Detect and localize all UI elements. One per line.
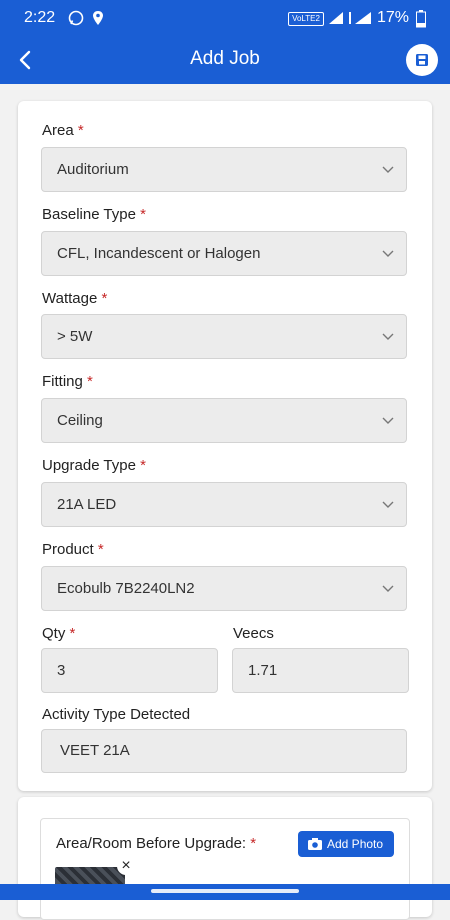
- chevron-down-icon: [382, 417, 394, 424]
- save-button[interactable]: [406, 44, 438, 76]
- status-bar: 2:22 VoLTE2 17%: [0, 0, 450, 36]
- veecs-field: 1.71: [232, 648, 409, 693]
- chevron-down-icon: [382, 585, 394, 592]
- volte-badge: VoLTE2: [288, 12, 324, 26]
- chevron-down-icon: [382, 333, 394, 340]
- camera-icon: [308, 838, 322, 850]
- photo-section-label: Area/Room Before Upgrade: *: [56, 835, 257, 852]
- chevron-down-icon: [382, 501, 394, 508]
- baseline-type-label: Baseline Type *: [42, 206, 146, 223]
- qty-field[interactable]: 3: [41, 648, 218, 693]
- veecs-label: Veecs: [233, 625, 274, 642]
- wattage-value: > 5W: [57, 328, 93, 345]
- upgrade-type-label: Upgrade Type *: [42, 457, 146, 474]
- signal-icon: [355, 12, 371, 24]
- wifi-icon: [329, 12, 343, 24]
- product-label: Product *: [42, 541, 104, 558]
- product-value: Ecobulb 7B2240LN2: [57, 580, 195, 597]
- whatsapp-icon: [68, 10, 84, 26]
- upgrade-type-select[interactable]: 21A LED: [41, 482, 407, 527]
- activity-type-label: Activity Type Detected: [42, 706, 191, 723]
- qty-value: 3: [57, 662, 66, 679]
- app-bar: Add Job: [0, 36, 450, 84]
- chevron-down-icon: [382, 166, 394, 173]
- product-select[interactable]: Ecobulb 7B2240LN2: [41, 566, 407, 611]
- activity-type-field: VEET 21A: [41, 729, 407, 773]
- home-gesture-bar[interactable]: [151, 889, 299, 893]
- add-photo-label: Add Photo: [327, 837, 384, 851]
- battery-icon: [416, 10, 426, 28]
- chevron-down-icon: [382, 250, 394, 257]
- remove-photo-button[interactable]: ×: [117, 857, 135, 875]
- location-icon: [93, 11, 103, 25]
- fitting-label: Fitting *: [42, 373, 93, 390]
- area-value: Auditorium: [57, 161, 129, 178]
- veecs-value: 1.71: [248, 662, 278, 679]
- save-icon: [416, 54, 428, 66]
- fitting-select[interactable]: Ceiling: [41, 398, 407, 443]
- fitting-value: Ceiling: [57, 412, 103, 429]
- qty-label: Qty *: [42, 625, 76, 642]
- area-label: Area *: [42, 122, 84, 139]
- baseline-type-value: CFL, Incandescent or Halogen: [57, 245, 261, 262]
- add-photo-button[interactable]: Add Photo: [298, 831, 394, 857]
- battery-percent: 17%: [377, 9, 410, 26]
- signal-icon: [349, 12, 351, 24]
- baseline-type-select[interactable]: CFL, Incandescent or Halogen: [41, 231, 407, 276]
- area-select[interactable]: Auditorium: [41, 147, 407, 192]
- wattage-label: Wattage *: [42, 290, 108, 307]
- status-time: 2:22: [24, 9, 56, 26]
- wattage-select[interactable]: > 5W: [41, 314, 407, 359]
- page-title: Add Job: [190, 48, 260, 69]
- activity-type-value: VEET 21A: [60, 742, 130, 759]
- upgrade-type-value: 21A LED: [57, 496, 117, 513]
